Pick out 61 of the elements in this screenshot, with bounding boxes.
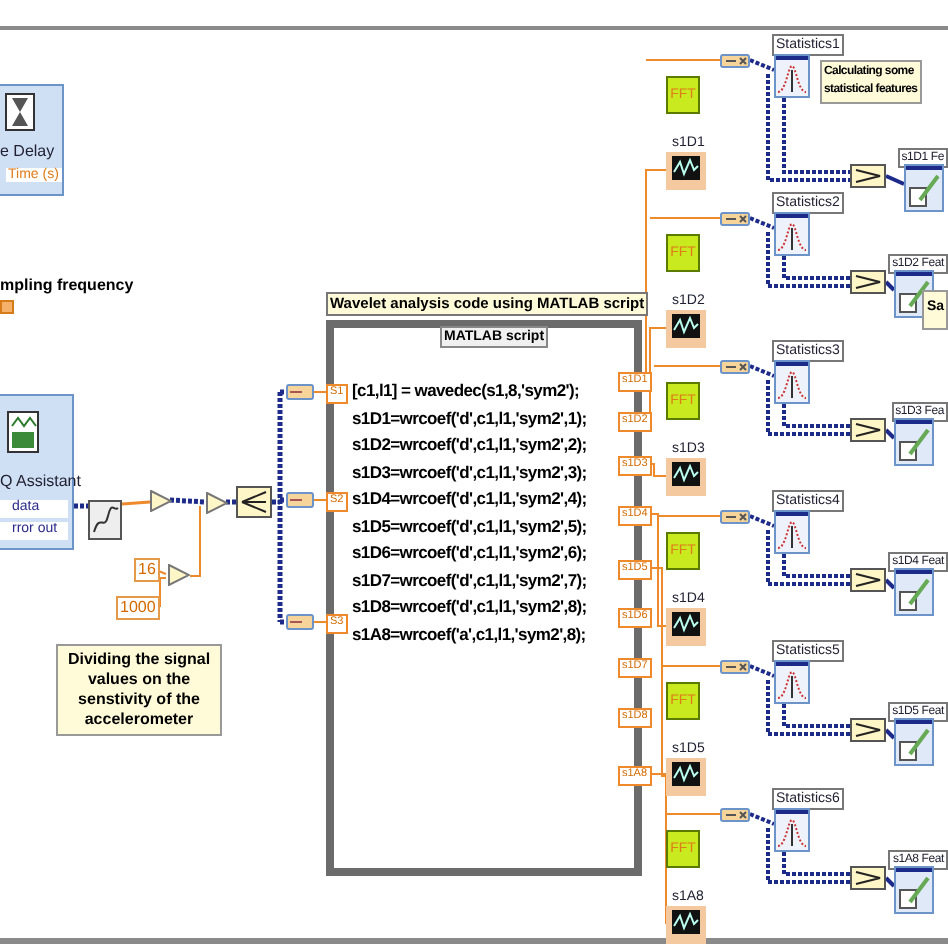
code-line: [c1,l1] = wavedec(s1,8,'sym2');: [352, 382, 580, 399]
convert-node-icon: [720, 510, 750, 524]
node-title: Q Assistant: [0, 474, 81, 490]
daq-device-icon: [6, 410, 40, 454]
bundle-node-icon: [850, 718, 886, 742]
bell-curve-icon: [774, 510, 810, 554]
write-file-icon: [894, 718, 934, 766]
code-line: s1A8=wrcoef('a',c1,l1,'sym2',8);: [352, 625, 586, 642]
code-line: s1D4=wrcoef('d',c1,l1,'sym2',4);: [352, 490, 587, 507]
hourglass-icon: [4, 92, 36, 132]
wire: [121, 500, 151, 506]
bell-curve-icon: [774, 808, 810, 852]
code-line: s1D8=wrcoef('d',c1,l1,'sym2',8);: [352, 598, 587, 615]
bundle-node-icon: [850, 418, 886, 442]
wire: [885, 174, 905, 186]
graph-indicator-icon: [666, 152, 706, 190]
graph-indicator-icon: [666, 458, 706, 496]
convert-node-icon: [286, 614, 314, 630]
code-line: s1D1=wrcoef('d',c1,l1,'sym2',1);: [352, 409, 587, 426]
write-file-icon: [894, 568, 934, 616]
comment-text: Dividing the signal values on the senstivity of the accelerometer: [56, 644, 222, 736]
convert-node-icon: [720, 660, 750, 674]
wire: [645, 59, 721, 61]
numeric-constant: 1000: [116, 596, 160, 620]
bundle-node-icon: [850, 270, 886, 294]
bundle-node-icon: [850, 164, 886, 188]
convert-node-icon: [286, 384, 314, 400]
bell-curve-icon: [774, 54, 810, 98]
convert-node-icon: [720, 360, 750, 374]
multiply-node-icon: [150, 490, 172, 512]
multiply-node-icon: [168, 564, 190, 586]
control-label: mpling frequency: [0, 278, 134, 294]
split-node-icon: [236, 486, 272, 518]
wire: [74, 503, 90, 509]
graph-indicator-icon: [666, 310, 706, 348]
write-file-icon: [894, 418, 934, 466]
waveform-function-icon: [88, 500, 122, 540]
write-file-icon: [894, 866, 934, 914]
code-line: s1D5=wrcoef('d',c1,l1,'sym2',5);: [352, 517, 587, 534]
code-line: s1D6=wrcoef('d',c1,l1,'sym2',6);: [352, 544, 587, 561]
convert-node-icon: [286, 492, 314, 508]
convert-node-icon: [720, 212, 750, 226]
bell-curve-icon: [774, 360, 810, 404]
graph-indicator-icon: [666, 758, 706, 796]
wire: [782, 98, 850, 174]
node-title: e Delay: [0, 144, 55, 160]
graph-indicator-icon: [666, 906, 706, 944]
code-line: s1D3=wrcoef('d',c1,l1,'sym2',3);: [352, 463, 587, 480]
code-line: s1D2=wrcoef('d',c1,l1,'sym2',2);: [352, 436, 587, 453]
numeric-control: [0, 300, 14, 314]
multiply-node-icon: [206, 492, 228, 514]
wire: [226, 499, 236, 505]
bell-curve-icon: [774, 660, 810, 704]
bell-curve-icon: [774, 212, 810, 256]
graph-indicator-icon: [666, 608, 706, 646]
convert-node-icon: [720, 54, 750, 68]
bundle-node-icon: [850, 866, 886, 890]
convert-node-icon: [720, 808, 750, 822]
numeric-constant: 16: [134, 558, 160, 582]
code-line: s1D7=wrcoef('d',c1,l1,'sym2',7);: [352, 571, 587, 588]
bundle-node-icon: [850, 568, 886, 592]
